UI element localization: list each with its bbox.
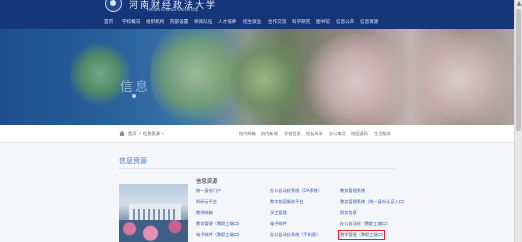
nav-item-overview[interactable]: 学校概况 — [122, 16, 146, 29]
blossom-foliage — [300, 34, 410, 125]
breadcrumb-separator: > — [138, 131, 142, 136]
resource-link[interactable]: 数字校园服务平台 — [270, 198, 304, 205]
resource-link[interactable]: 电子邮件（教职工端口） — [196, 231, 242, 238]
scroll-up-icon[interactable]: ▲ — [515, 0, 522, 8]
resource-link[interactable]: 教务管理系统（统一身份认证入口） — [340, 198, 407, 205]
highlight-box — [338, 230, 385, 240]
list-title: 信息资源 — [196, 179, 218, 185]
scroll-thumb[interactable] — [516, 9, 521, 131]
breadcrumb-bar: 首页 > 信息资源 > 校内邮箱 校内新闻 学校信息 校友风采 办公电话 校园通… — [0, 125, 514, 143]
quick-link-life[interactable]: 生活服务 — [374, 129, 391, 138]
divider — [119, 168, 395, 169]
nav-item-organization[interactable]: 组织机构 — [146, 16, 170, 29]
hero-banner: 信息 — [0, 29, 514, 125]
nav-item-faculty[interactable]: 师资队伍 — [194, 16, 218, 29]
main-nav: 首页 学校概况 组织机构 院部设置 师资队伍 人才培养 招生就业 合作交流 科学… — [104, 16, 404, 29]
breadcrumb-current[interactable]: 信息资源 — [143, 129, 160, 138]
resource-link[interactable]: 教务管理系统 — [340, 187, 365, 194]
campus-photo — [119, 184, 188, 242]
blossom-foliage — [400, 29, 514, 125]
quick-link-network[interactable]: 校园通网 — [351, 129, 368, 138]
nav-item-research[interactable]: 科学研究 — [292, 16, 316, 29]
section-title: 信息资源 — [119, 157, 147, 165]
nav-item-cooperation[interactable]: 合作交流 — [268, 16, 292, 29]
quick-link-mail[interactable]: 校内邮箱 — [239, 129, 256, 138]
campus-trees — [119, 220, 188, 242]
nav-item-library[interactable]: 图书馆 — [316, 16, 336, 29]
resource-link[interactable]: 办公自动化系统（OA系统） — [270, 187, 322, 194]
quick-link-alumni[interactable]: 校友风采 — [306, 129, 323, 138]
breadcrumb-separator: > — [161, 131, 165, 136]
banner-caption: 信息 — [120, 80, 151, 95]
willow-foliage — [70, 39, 130, 109]
willow-foliage — [150, 29, 240, 125]
school-name-en: Henan Finance University — [147, 7, 199, 12]
willow-foliage — [230, 29, 300, 125]
banner-indicator[interactable] — [132, 94, 136, 98]
vertical-scrollbar[interactable]: ▲ — [514, 0, 522, 242]
page: 河南财经政法大学 Henan Finance University 首页 学校概… — [0, 0, 514, 242]
nav-item-departments[interactable]: 院部设置 — [170, 16, 194, 29]
resource-link[interactable]: 财务信息 — [340, 209, 357, 216]
resource-link[interactable]: 办公自动化系统（手机版） — [270, 231, 320, 238]
resource-link[interactable]: 统一身份门户 — [196, 187, 221, 194]
resource-link[interactable]: 教师邮箱 — [196, 209, 213, 216]
nav-item-training[interactable]: 人才培养 — [218, 16, 243, 29]
quick-link-news[interactable]: 校内新闻 — [261, 129, 278, 138]
quick-link-phone[interactable]: 办公电话 — [329, 129, 346, 138]
university-emblem-icon[interactable] — [105, 0, 122, 12]
resource-link[interactable]: 教务管理（教职工端口） — [196, 220, 242, 227]
nav-item-disclosure[interactable]: 信息公开 — [336, 16, 360, 29]
nav-item-resources[interactable]: 信息资源 — [360, 16, 384, 29]
resource-link[interactable]: 学工管理 — [270, 209, 287, 216]
resource-link[interactable]: 电子邮件 — [270, 220, 287, 227]
home-icon[interactable] — [119, 131, 125, 136]
quick-link-info[interactable]: 学校信息 — [284, 129, 301, 138]
resource-link[interactable]: 办公自动化（教职工端口） — [340, 220, 390, 227]
nav-item-home[interactable]: 首页 — [104, 16, 122, 29]
site-header: 河南财经政法大学 Henan Finance University 首页 学校概… — [0, 0, 514, 29]
nav-item-admissions[interactable]: 招生就业 — [243, 16, 268, 29]
breadcrumb-home[interactable]: 首页 — [128, 129, 136, 138]
resource-link[interactable]: 科研云平台 — [196, 198, 217, 205]
